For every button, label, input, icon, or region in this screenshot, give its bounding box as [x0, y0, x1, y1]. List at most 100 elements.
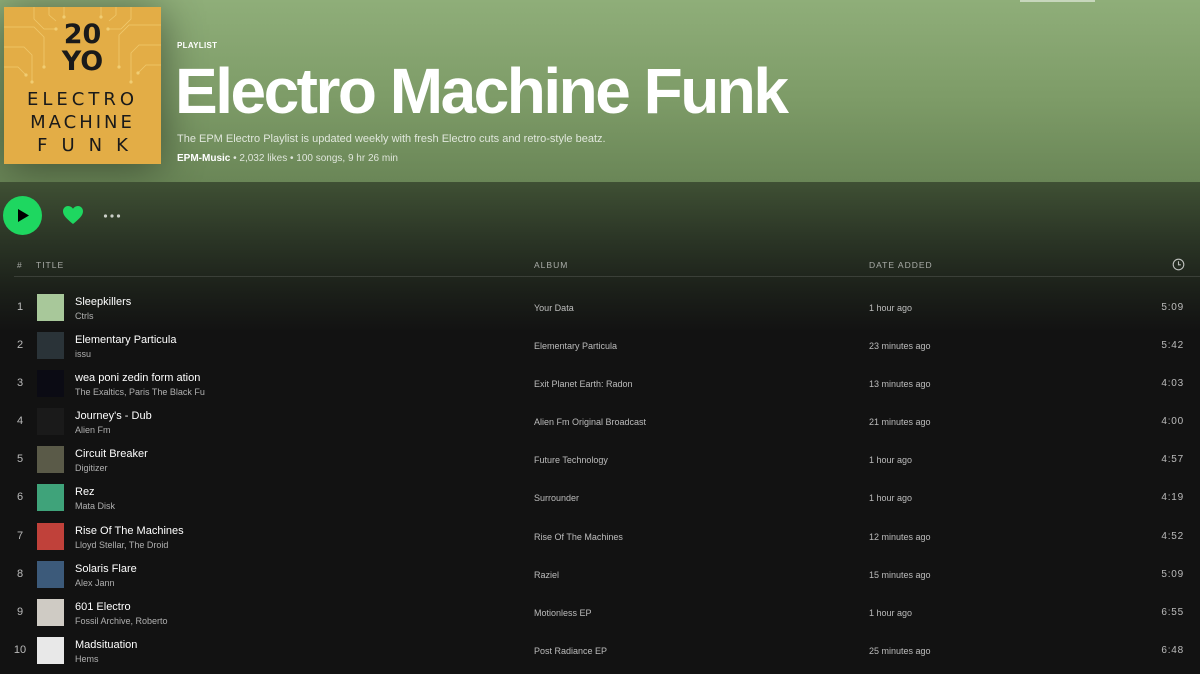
track-artist[interactable]: Alien Fm: [75, 425, 111, 435]
cover-line-electro: ELECTRO: [26, 89, 138, 110]
track-title[interactable]: Circuit Breaker: [75, 448, 148, 460]
track-row[interactable]: 2 Elementary Particula issu Elementary P…: [0, 327, 1200, 365]
track-row[interactable]: 10 Madsituation Hems Post Radiance EP 25…: [0, 632, 1200, 670]
column-num[interactable]: #: [17, 260, 23, 270]
track-date-added: 21 minutes ago: [869, 417, 931, 428]
track-title[interactable]: Journey's - Dub: [75, 410, 152, 422]
track-artist[interactable]: issu: [75, 349, 91, 359]
track-album[interactable]: Raziel: [534, 570, 559, 580]
track-number: 6: [16, 491, 24, 504]
track-artwork: [37, 598, 64, 626]
more-icon[interactable]: [103, 209, 121, 223]
track-artwork: [37, 636, 64, 664]
track-artist[interactable]: Alex Jann: [75, 578, 115, 588]
track-title[interactable]: Rez: [75, 486, 95, 498]
track-list: 1 Sleepkillers Ctrls Your Data 1 hour ag…: [0, 289, 1200, 670]
track-title[interactable]: Elementary Particula: [75, 334, 177, 346]
track-row[interactable]: 5 Circuit Breaker Digitizer Future Techn…: [0, 441, 1200, 479]
track-date-added: 23 minutes ago: [869, 341, 931, 352]
track-title[interactable]: Madsituation: [75, 639, 137, 651]
heart-icon[interactable]: [62, 205, 84, 225]
track-title[interactable]: Sleepkillers: [75, 296, 131, 308]
playlist-type-label: PLAYLIST: [177, 41, 218, 50]
track-artist[interactable]: Lloyd Stellar, The Droid: [75, 540, 168, 550]
track-album[interactable]: Motionless EP: [534, 608, 592, 618]
track-album[interactable]: Exit Planet Earth: Radon: [534, 379, 633, 389]
track-artwork: [37, 370, 64, 398]
column-date-added[interactable]: DATE ADDED: [869, 260, 933, 270]
playlist-cover[interactable]: 20 YO ELECTRO MACHINE FUNK: [4, 7, 161, 164]
track-album[interactable]: Elementary Particula: [534, 341, 617, 351]
track-row[interactable]: 9 601 Electro Fossil Archive, Roberto Mo…: [0, 594, 1200, 632]
track-artwork: [37, 294, 64, 321]
track-album[interactable]: Surrounder: [534, 493, 579, 503]
header-divider: [14, 276, 1200, 277]
track-artist[interactable]: Digitizer: [75, 463, 108, 473]
track-number: 8: [16, 567, 24, 580]
track-row[interactable]: 3 wea poni zedin form ation The Exaltics…: [0, 365, 1200, 403]
track-duration: 4:19: [1161, 492, 1184, 504]
track-duration: 6:48: [1161, 644, 1184, 656]
track-date-added: 13 minutes ago: [869, 379, 931, 390]
track-duration: 6:55: [1161, 606, 1184, 618]
track-artist[interactable]: The Exaltics, Paris The Black Fu: [75, 387, 205, 397]
play-button[interactable]: [3, 196, 42, 235]
track-number: 4: [16, 415, 24, 428]
cover-line-machine: MACHINE: [30, 112, 135, 133]
track-album[interactable]: Post Radiance EP: [534, 646, 607, 656]
playlist-description: The EPM Electro Playlist is updated week…: [177, 133, 606, 145]
cover-20-text: 20: [63, 19, 102, 50]
track-album[interactable]: Your Data: [534, 303, 574, 313]
clock-icon[interactable]: [1172, 258, 1185, 271]
track-artist[interactable]: Ctrls: [75, 311, 94, 321]
track-duration: 4:03: [1161, 378, 1184, 390]
scroll-indicator: [1020, 0, 1095, 2]
track-number: 9: [16, 605, 24, 618]
track-artwork: [37, 560, 64, 588]
track-album[interactable]: Rise Of The Machines: [534, 532, 623, 542]
playlist-meta: EPM-Music • 2,032 likes • 100 songs, 9 h…: [177, 153, 398, 164]
track-number: 10: [13, 643, 27, 656]
tracklist-column-header: # TITLE ALBUM DATE ADDED: [0, 256, 1200, 276]
track-artwork: [37, 446, 64, 474]
track-duration: 4:00: [1161, 416, 1184, 428]
track-duration: 5:42: [1161, 340, 1184, 352]
column-album[interactable]: ALBUM: [534, 260, 568, 270]
playlist-stats: • 2,032 likes • 100 songs, 9 hr 26 min: [230, 153, 398, 164]
track-artwork: [37, 332, 64, 360]
track-date-added: 12 minutes ago: [869, 531, 931, 542]
track-album[interactable]: Alien Fm Original Broadcast: [534, 417, 646, 427]
track-title[interactable]: 601 Electro: [75, 601, 131, 613]
track-artist[interactable]: Mata Disk: [75, 501, 115, 511]
track-date-added: 25 minutes ago: [869, 645, 931, 656]
track-artwork: [37, 522, 64, 550]
track-artist[interactable]: Hems: [75, 654, 99, 664]
track-number: 2: [16, 339, 24, 352]
play-icon: [17, 209, 29, 222]
track-artwork: [37, 408, 64, 436]
track-row[interactable]: 1 Sleepkillers Ctrls Your Data 1 hour ag…: [0, 289, 1200, 327]
track-title[interactable]: Solaris Flare: [75, 563, 137, 575]
track-row[interactable]: 4 Journey's - Dub Alien Fm Alien Fm Orig…: [0, 403, 1200, 441]
track-album[interactable]: Future Technology: [534, 455, 608, 465]
cover-line-funk: FUNK: [37, 135, 142, 156]
track-number: 5: [16, 453, 24, 466]
playlist-owner-link[interactable]: EPM-Music: [177, 153, 230, 164]
cover-yo-text: YO: [61, 46, 104, 77]
track-date-added: 1 hour ago: [869, 455, 913, 466]
track-title[interactable]: Rise Of The Machines: [75, 525, 184, 537]
track-row[interactable]: 6 Rez Mata Disk Surrounder 1 hour ago 4:…: [0, 479, 1200, 517]
track-date-added: 15 minutes ago: [869, 569, 931, 580]
track-title[interactable]: wea poni zedin form ation: [75, 372, 200, 384]
track-row[interactable]: 8 Solaris Flare Alex Jann Raziel 15 minu…: [0, 556, 1200, 594]
track-row[interactable]: 7 Rise Of The Machines Lloyd Stellar, Th…: [0, 518, 1200, 556]
track-number: 7: [16, 529, 24, 542]
track-artwork: [37, 484, 64, 512]
column-title[interactable]: TITLE: [36, 260, 64, 270]
track-date-added: 1 hour ago: [869, 607, 913, 618]
track-number: 3: [16, 377, 24, 390]
playlist-header: 20 YO ELECTRO MACHINE FUNK PLAYLIST Elec…: [0, 0, 1200, 182]
track-duration: 5:09: [1161, 568, 1184, 580]
track-artist[interactable]: Fossil Archive, Roberto: [75, 616, 168, 626]
track-duration: 4:52: [1161, 530, 1184, 542]
